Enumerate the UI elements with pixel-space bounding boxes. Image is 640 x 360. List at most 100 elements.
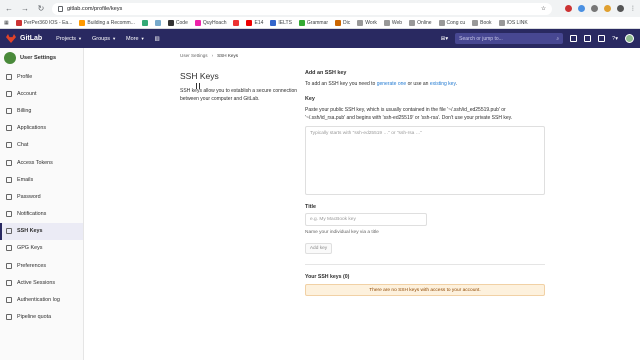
key-label: Key [305,96,315,102]
sidebar-item-label: Emails [17,176,34,183]
sidebar-item-password[interactable]: Password [0,188,83,205]
key-placeholder: Typically starts with "ssh-ed25519 …" or… [310,131,423,136]
todos-icon[interactable] [598,35,606,42]
gitlab-logo[interactable]: GitLab [6,34,42,43]
sidebar-item-ssh-keys[interactable]: SSH Keys [0,222,83,240]
sidebar-item-label: SSH Keys [17,228,43,235]
projects-menu[interactable]: Projects ▼ [56,36,82,42]
star-icon[interactable]: ☆ [541,6,546,12]
breadcrumb-current[interactable]: SSH Keys [217,53,238,58]
chat-icon [6,142,12,149]
title-placeholder: e.g. My MacBook key [310,217,356,222]
pipeline-icon [6,314,12,321]
account-icon [6,90,12,97]
text-cursor-icon [196,83,200,89]
bell-icon [6,211,12,218]
preferences-icon [6,262,12,269]
key-icon [6,228,12,235]
bookmark[interactable]: E14 [246,19,263,26]
reload-icon[interactable]: ↻ [36,4,46,14]
search-icon: ⌕ [556,35,560,42]
sidebar-header[interactable]: User Settings [0,48,83,68]
extension-icon[interactable] [591,5,598,12]
keys-list-heading: Your SSH keys (0) [305,274,350,280]
extension-icon[interactable] [565,5,572,12]
sidebar-item-profile[interactable]: Profile [0,68,83,85]
sidebar-item-pipeline-quota[interactable]: Pipeline quota [0,309,83,326]
bookmark[interactable]: PerPer360 IOS - Ea... [15,19,72,26]
merge-requests-icon[interactable] [584,35,592,42]
sidebar-item-billing[interactable]: Billing [0,102,83,119]
title-input[interactable]: e.g. My MacBook key [305,213,427,226]
issues-icon[interactable] [570,35,578,42]
email-icon [6,176,12,183]
bookmark[interactable]: Dic [335,19,350,26]
more-menu[interactable]: More ▼ [126,36,145,42]
admin-chart-icon[interactable]: ▥ [155,36,160,42]
sidebar-item-active-sessions[interactable]: Active Sessions [0,274,83,291]
billing-icon [6,107,12,114]
sidebar-item-emails[interactable]: Emails [0,171,83,188]
log-icon [6,297,12,304]
forward-icon[interactable]: → [20,4,30,14]
title-help: Name your individual key via a title [305,230,379,235]
generate-key-link[interactable]: generate one [377,81,406,87]
key-textarea[interactable]: Typically starts with "ssh-ed25519 …" or… [305,126,545,195]
search-input[interactable]: Search or jump to... ⌕ [455,33,564,44]
bookmark[interactable]: Online [409,19,432,26]
sidebar-item-gpg-keys[interactable]: GPG Keys [0,240,83,257]
applications-icon [6,125,12,132]
key-help: Paste your public SSH key, which is usua… [305,107,513,121]
sidebar-item-label: Profile [17,73,33,80]
bookmark[interactable] [141,19,148,26]
bookmark[interactable]: Web [383,19,402,26]
menu-dots-icon[interactable]: ⋮ [630,5,636,12]
bookmark[interactable]: Book [472,19,492,26]
sidebar-item-label: Pipeline quota [17,314,52,321]
bookmark[interactable] [233,19,240,26]
profile-avatar-icon[interactable] [617,5,624,12]
groups-menu[interactable]: Groups ▼ [92,36,116,42]
lock-icon [6,193,12,200]
address-bar[interactable]: gitlab.com/profile/keys ☆ [52,2,552,15]
sidebar-item-label: Chat [17,142,29,149]
sidebar-item-notifications[interactable]: Notifications [0,206,83,223]
extension-icon[interactable] [604,5,611,12]
breadcrumb-link[interactable]: User Settings [180,53,208,58]
sidebar-item-applications[interactable]: Applications [0,120,83,137]
sidebar-item-label: Account [17,90,37,97]
bookmark[interactable]: QuyHoach [194,19,226,26]
browser-toolbar: ← → ↻ gitlab.com/profile/keys ☆ ⋮ [0,0,640,17]
breadcrumb-separator: › [211,53,214,58]
extension-icon[interactable] [578,5,585,12]
sidebar-item-label: Applications [17,125,47,132]
extensions: ⋮ [565,5,636,12]
bookmark[interactable]: Work [357,19,377,26]
sidebar-item-chat[interactable]: Chat [0,137,83,154]
bookmark[interactable]: Code [167,19,188,26]
user-avatar[interactable] [625,34,634,43]
help-icon[interactable]: ?▾ [612,36,618,42]
sidebar-item-access-tokens[interactable]: Access Tokens [0,154,83,171]
back-icon[interactable]: ← [4,4,14,14]
bookmark[interactable]: Building a Recomm... [79,19,135,26]
existing-key-link[interactable]: existing key [430,81,456,87]
bookmark[interactable]: IELTS [270,19,292,26]
sidebar-item-account[interactable]: Account [0,85,83,102]
breadcrumb: User Settings › SSH Keys [180,53,238,58]
apps-icon[interactable]: ▦ [4,20,9,26]
bookmark[interactable] [154,19,161,26]
intro-text: To add an SSH key you need to [305,81,376,87]
bookmark[interactable]: Cong cu [438,19,465,26]
sidebar-item-preferences[interactable]: Preferences [0,257,83,274]
search-placeholder: Search or jump to... [459,35,503,42]
page-description: SSH keys allow you to establish a secure… [180,88,298,102]
add-key-button[interactable]: Add key [305,243,332,254]
sidebar-item-authentication-log[interactable]: Authentication log [0,291,83,308]
url-text: gitlab.com/profile/keys [67,5,123,12]
new-dropdown-icon[interactable]: ⊞▾ [441,36,448,42]
sidebar-item-label: Password [17,193,41,200]
bookmark[interactable]: IOS LINK [498,19,528,26]
bookmark[interactable]: Grammar [298,19,328,26]
top-nav: Projects ▼ Groups ▼ More ▼ ▥ [56,36,160,42]
